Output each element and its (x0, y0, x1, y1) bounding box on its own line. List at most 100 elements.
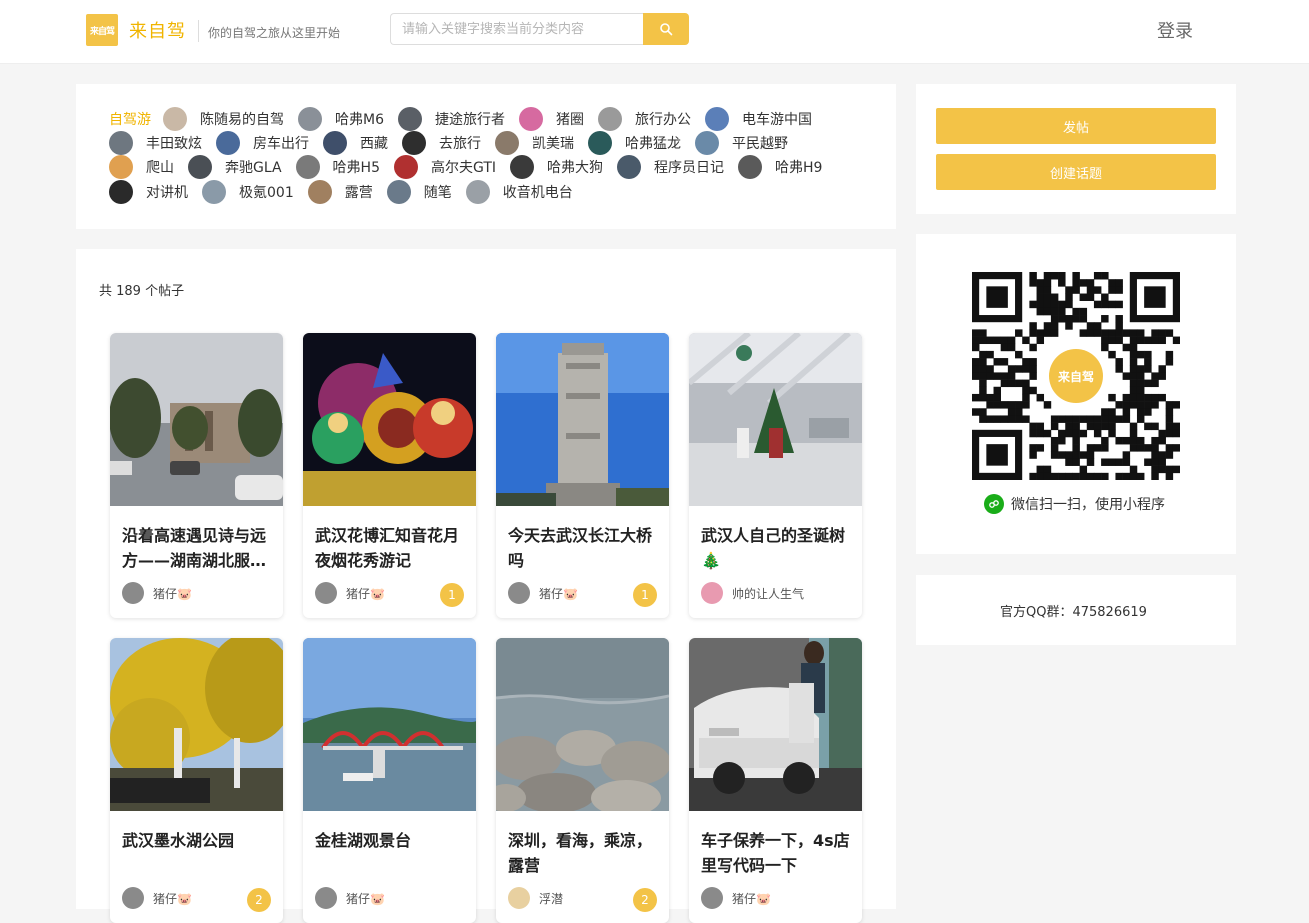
topic-row: 爬山 奔驰GLA 哈弗H5 高尔夫GTI 哈弗大狗 程序员日记 哈弗H9 (109, 155, 836, 179)
post-title[interactable]: 武汉人自己的圣诞树🎄 (701, 523, 853, 573)
qr-code-icon: 来自驾 (972, 272, 1180, 480)
post-cover-image (496, 638, 669, 816)
topic-panel: 自驾游 陈随易的自驾 哈弗M6 捷途旅行者 猪圈 旅行办公 电车游中国丰田致炫 房车出行 西藏 去… (76, 84, 896, 229)
comment-count-badge: 1 (440, 583, 464, 607)
topic-item[interactable]: 陈随易的自驾 (163, 107, 284, 131)
author-name: 猪仔🐷 (153, 586, 192, 601)
post-author[interactable]: 猪仔🐷 (122, 887, 192, 909)
search-button[interactable] (643, 13, 689, 45)
post-title[interactable]: 沿着高速遇见诗与远方——湖南湖北服… (122, 523, 274, 573)
topic-item[interactable]: 西藏 (323, 131, 388, 155)
topic-avatar (402, 131, 426, 155)
topic-label: 高尔夫GTI (430, 160, 497, 176)
topic-item[interactable]: 奔驰GLA (188, 155, 282, 179)
post-author[interactable]: 猪仔🐷 (701, 887, 771, 909)
site-name[interactable]: 来自驾 (129, 17, 186, 43)
topic-item[interactable]: 程序员日记 (617, 155, 724, 179)
author-name: 猪仔🐷 (539, 586, 578, 601)
topic-avatar (398, 107, 422, 131)
post-author[interactable]: 猪仔🐷 (508, 582, 578, 604)
author-avatar (315, 582, 337, 604)
topic-avatar (386, 180, 411, 204)
topic-item[interactable]: 旅行办公 (598, 107, 691, 131)
topic-item[interactable]: 极氪001 (202, 180, 294, 204)
topic-label: 去旅行 (439, 136, 481, 152)
topic-label: 旅行办公 (635, 112, 691, 128)
topic-avatar (598, 107, 622, 131)
post-card[interactable]: 武汉花博汇知音花月夜烟花秀游记猪仔🐷 1 (303, 333, 476, 618)
topic-avatar (188, 155, 212, 179)
topic-item[interactable]: 猪圈 (519, 107, 584, 131)
topic-item[interactable]: 爬山 (109, 155, 174, 179)
logo-icon[interactable]: 来自驾 (86, 14, 118, 46)
topic-label: 哈弗M6 (335, 112, 384, 128)
topic-active[interactable]: 自驾游 (109, 109, 151, 129)
topic-item[interactable]: 哈弗H9 (738, 155, 822, 179)
login-link[interactable]: 登录 (1157, 17, 1193, 43)
topic-item[interactable]: 随笔 (386, 180, 452, 204)
topic-avatar (202, 180, 226, 204)
post-title[interactable]: 深圳，看海，乘凉，露营 (508, 828, 660, 878)
post-title[interactable]: 武汉墨水湖公园 (122, 828, 274, 853)
topic-label: 凯美瑞 (532, 136, 574, 152)
topic-item[interactable]: 高尔夫GTI (393, 155, 497, 179)
author-name: 猪仔🐷 (732, 891, 771, 906)
post-button[interactable]: 发帖 (936, 108, 1216, 144)
topic-label: 奔驰GLA (225, 160, 282, 176)
author-avatar (701, 582, 723, 604)
post-title[interactable]: 车子保养一下，4s店里写代码一下 (701, 828, 853, 878)
topic-item[interactable]: 收音机电台 (465, 180, 573, 204)
author-name: 帅的让人生气 (732, 586, 805, 601)
topic-label: 捷途旅行者 (435, 112, 505, 128)
wechat-miniprogram-icon (984, 494, 1004, 514)
comment-count-badge: 1 (633, 583, 657, 607)
post-card[interactable]: 今天去武汉长江大桥吗猪仔🐷 1 (496, 333, 669, 618)
topic-item[interactable]: 哈弗大狗 (510, 155, 603, 179)
topic-avatar (465, 180, 490, 204)
topic-avatar (393, 155, 418, 179)
topic-label: 哈弗H9 (775, 160, 823, 176)
post-author[interactable]: 帅的让人生气 (701, 582, 804, 604)
sidebar-qq: 官方QQ群：475826619 (916, 575, 1236, 645)
topic-label: 露营 (344, 185, 373, 201)
topic-item[interactable]: 房车出行 (216, 131, 309, 155)
author-name: 猪仔🐷 (346, 891, 385, 906)
post-title[interactable]: 金桂湖观景台 (315, 828, 467, 853)
post-author[interactable]: 猪仔🐷 (315, 582, 385, 604)
comment-count-badge: 2 (633, 888, 657, 912)
search-input[interactable] (390, 13, 644, 45)
topic-avatar (519, 107, 543, 131)
post-author[interactable]: 猪仔🐷 (315, 887, 385, 909)
post-title[interactable]: 今天去武汉长江大桥吗 (508, 523, 660, 573)
post-title[interactable]: 武汉花博汇知音花月夜烟花秀游记 (315, 523, 467, 573)
topic-item[interactable]: 露营 (307, 180, 373, 204)
post-card[interactable]: 金桂湖观景台猪仔🐷 (303, 638, 476, 923)
post-card[interactable]: 车子保养一下，4s店里写代码一下猪仔🐷 (689, 638, 862, 923)
post-card[interactable]: 深圳，看海，乘凉，露营浮潜 2 (496, 638, 669, 923)
topic-item[interactable]: 电车游中国 (705, 107, 812, 131)
topic-item[interactable]: 凯美瑞 (495, 131, 574, 155)
site-slogan: 你的自驾之旅从这里开始 (208, 26, 341, 40)
post-author[interactable]: 猪仔🐷 (122, 582, 192, 604)
topic-avatar (617, 155, 642, 179)
topic-item[interactable]: 哈弗猛龙 (588, 131, 681, 155)
topic-label: 收音机电台 (502, 185, 573, 201)
topic-avatar (295, 155, 320, 179)
post-card[interactable]: 武汉墨水湖公园 猪仔🐷 2 (110, 638, 283, 923)
post-author[interactable]: 浮潜 (508, 887, 563, 909)
topic-item[interactable]: 捷途旅行者 (398, 107, 505, 131)
topic-label: 平民越野 (732, 136, 788, 152)
topic-item[interactable]: 哈弗M6 (298, 107, 384, 131)
topic-label: 西藏 (360, 136, 388, 152)
topic-item[interactable]: 去旅行 (402, 131, 481, 155)
create-topic-button[interactable]: 创建话题 (936, 154, 1216, 190)
topic-item[interactable]: 对讲机 (109, 180, 188, 204)
topic-item[interactable]: 哈弗H5 (295, 155, 380, 179)
post-card[interactable]: 沿着高速遇见诗与远方——湖南湖北服… 猪仔🐷 (110, 333, 283, 618)
topic-item[interactable]: 平民越野 (695, 131, 788, 155)
topic-row: 对讲机 极氪001 露营 随笔 收音机电台 (109, 180, 587, 204)
post-cover-image (110, 638, 283, 811)
post-card[interactable]: 武汉人自己的圣诞树🎄 帅的让人生气 (689, 333, 862, 618)
topic-item[interactable]: 丰田致炫 (109, 131, 202, 155)
qr-caption-text: 微信扫一扫，使用小程序 (1011, 497, 1165, 513)
